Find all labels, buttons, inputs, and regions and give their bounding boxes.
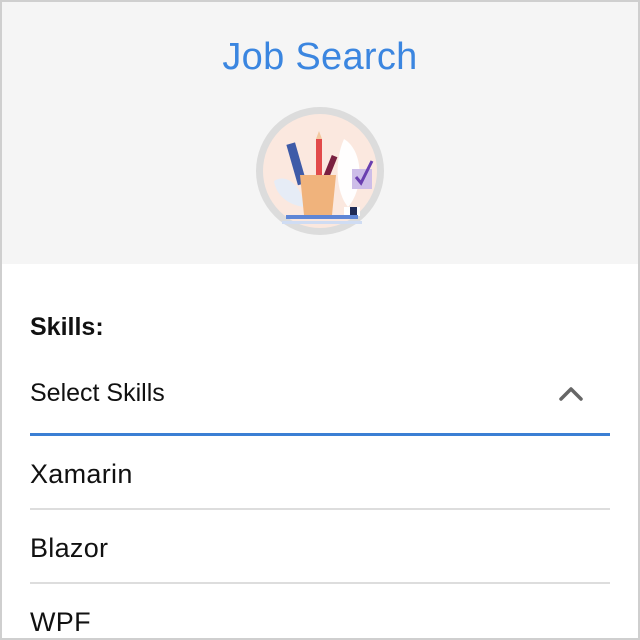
desk-supplies-icon bbox=[256, 107, 384, 235]
skills-dropdown[interactable]: Select Skills bbox=[30, 362, 610, 436]
option-label: Blazor bbox=[30, 533, 109, 563]
option-label: Xamarin bbox=[30, 459, 133, 489]
option-wpf[interactable]: WPF bbox=[30, 584, 610, 638]
avatar bbox=[252, 103, 388, 239]
app-window: Job Search Skills: Select Skills Xamarin… bbox=[0, 0, 640, 640]
chevron-up-icon[interactable] bbox=[558, 384, 584, 402]
skills-options-list: Xamarin Blazor WPF bbox=[30, 436, 610, 638]
option-label: WPF bbox=[30, 607, 91, 637]
skills-label: Skills: bbox=[30, 313, 104, 341]
option-blazor[interactable]: Blazor bbox=[30, 510, 610, 584]
header-panel: Job Search bbox=[2, 2, 638, 264]
skills-dropdown-value: Select Skills bbox=[30, 379, 165, 407]
page-title: Job Search bbox=[222, 36, 418, 78]
option-xamarin[interactable]: Xamarin bbox=[30, 436, 610, 510]
